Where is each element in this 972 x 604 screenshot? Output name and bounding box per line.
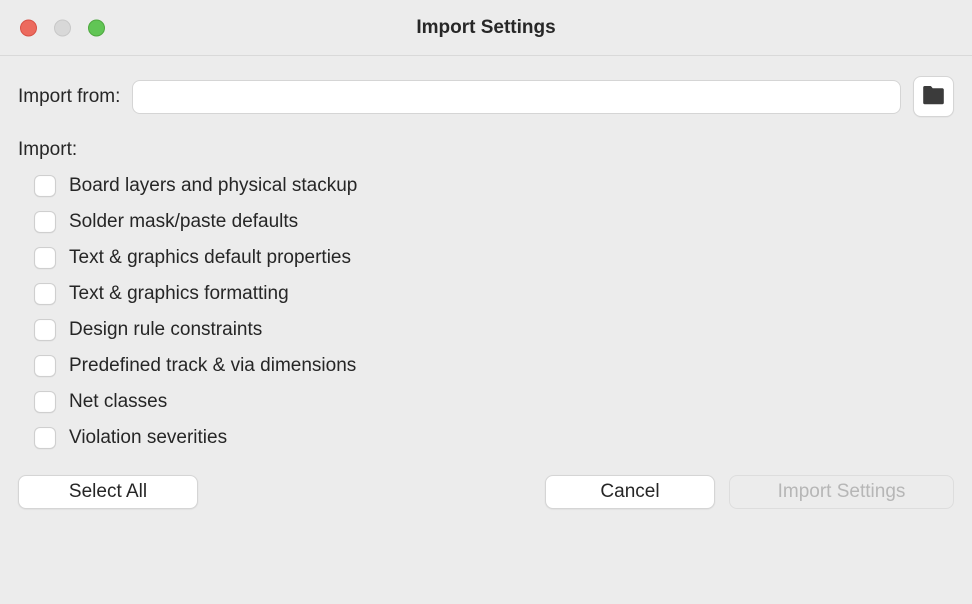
zoom-window-button[interactable] [88, 19, 105, 36]
option-track-via-checkbox[interactable] [34, 355, 56, 377]
option-board-layers-label[interactable]: Board layers and physical stackup [69, 175, 357, 197]
option-violation-severities: Violation severities [34, 427, 954, 449]
option-text-graphics-defaults: Text & graphics default properties [34, 247, 954, 269]
dialog-footer: Select All Cancel Import Settings [18, 475, 954, 509]
import-path-input[interactable] [132, 80, 901, 114]
traffic-lights [20, 19, 105, 36]
import-settings-button: Import Settings [729, 475, 954, 509]
close-window-button[interactable] [20, 19, 37, 36]
option-board-layers: Board layers and physical stackup [34, 175, 954, 197]
option-design-rule-checkbox[interactable] [34, 319, 56, 341]
option-net-classes: Net classes [34, 391, 954, 413]
option-text-graphics-defaults-checkbox[interactable] [34, 247, 56, 269]
import-label: Import: [18, 139, 954, 161]
option-net-classes-label[interactable]: Net classes [69, 391, 167, 413]
window-title: Import Settings [0, 17, 972, 39]
titlebar: Import Settings [0, 0, 972, 56]
option-violation-severities-label[interactable]: Violation severities [69, 427, 227, 449]
option-text-graphics-formatting-label[interactable]: Text & graphics formatting [69, 283, 289, 305]
minimize-window-button [54, 19, 71, 36]
option-text-graphics-defaults-label[interactable]: Text & graphics default properties [69, 247, 351, 269]
import-from-label: Import from: [18, 86, 120, 108]
option-board-layers-checkbox[interactable] [34, 175, 56, 197]
cancel-button[interactable]: Cancel [545, 475, 715, 509]
import-from-row: Import from: [18, 76, 954, 117]
option-solder-mask-checkbox[interactable] [34, 211, 56, 233]
option-text-graphics-formatting: Text & graphics formatting [34, 283, 954, 305]
dialog-content: Import from: Import: Board layers and ph… [0, 56, 972, 527]
option-design-rule: Design rule constraints [34, 319, 954, 341]
option-violation-severities-checkbox[interactable] [34, 427, 56, 449]
select-all-button[interactable]: Select All [18, 475, 198, 509]
option-track-via-label[interactable]: Predefined track & via dimensions [69, 355, 356, 377]
folder-icon [921, 85, 946, 109]
option-track-via: Predefined track & via dimensions [34, 355, 954, 377]
browse-button[interactable] [913, 76, 954, 117]
option-solder-mask-label[interactable]: Solder mask/paste defaults [69, 211, 298, 233]
options-list: Board layers and physical stackup Solder… [18, 175, 954, 449]
option-net-classes-checkbox[interactable] [34, 391, 56, 413]
option-solder-mask: Solder mask/paste defaults [34, 211, 954, 233]
option-design-rule-label[interactable]: Design rule constraints [69, 319, 262, 341]
option-text-graphics-formatting-checkbox[interactable] [34, 283, 56, 305]
